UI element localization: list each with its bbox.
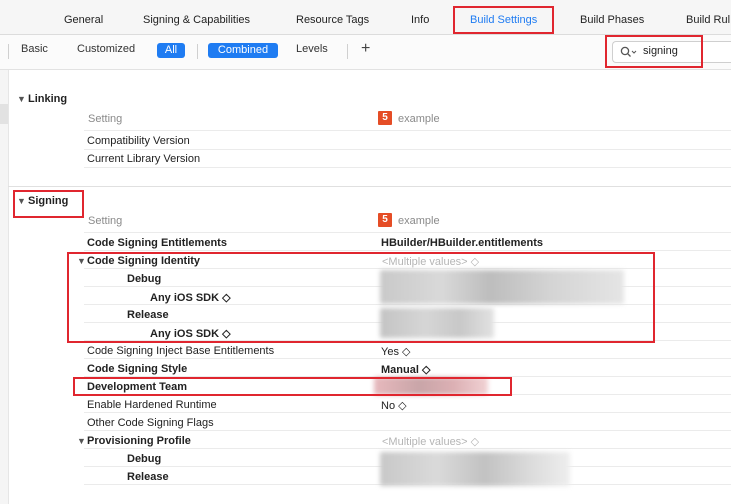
setting-column-header: Setting: [88, 215, 123, 227]
divider: [84, 430, 731, 431]
setting-other-code-signing-flags[interactable]: Other Code Signing Flags: [87, 417, 214, 429]
tab-build-phases[interactable]: Build Phases: [580, 14, 644, 26]
divider: [84, 130, 731, 131]
filter-all[interactable]: All: [157, 43, 185, 58]
divider: [84, 448, 731, 449]
setting-enable-hardened-runtime[interactable]: Enable Hardened Runtime: [87, 399, 217, 411]
disclosure-triangle-icon[interactable]: ▼: [77, 436, 86, 446]
filter-combined[interactable]: Combined: [208, 43, 278, 58]
divider: [84, 232, 731, 233]
setting-current-library-version[interactable]: Current Library Version: [87, 153, 200, 165]
divider: [84, 412, 731, 413]
profile-multiple-values[interactable]: <Multiple values> ◇: [382, 435, 479, 448]
setting-development-team[interactable]: Development Team: [87, 381, 187, 393]
disclosure-triangle-icon[interactable]: ▼: [17, 94, 26, 104]
divider: [84, 268, 731, 269]
profile-release-label[interactable]: Release: [127, 471, 169, 483]
setting-code-signing-style[interactable]: Code Signing Style: [87, 363, 187, 375]
identity-multiple-values[interactable]: <Multiple values> ◇: [382, 255, 479, 268]
section-linking[interactable]: Linking: [28, 93, 67, 105]
editor-tab-bar: General Signing & Capabilities Resource …: [0, 0, 731, 35]
search-field[interactable]: signing: [612, 41, 731, 63]
style-value[interactable]: Manual ◇: [381, 363, 430, 376]
target-column-header: example: [398, 215, 440, 227]
search-input[interactable]: signing: [643, 45, 678, 57]
left-gutter: [0, 70, 9, 504]
tab-general[interactable]: General: [64, 14, 103, 26]
divider: [84, 340, 731, 341]
filter-basic[interactable]: Basic: [21, 43, 48, 55]
identity-debug-label[interactable]: Debug: [127, 273, 161, 285]
profile-debug-label[interactable]: Debug: [127, 453, 161, 465]
redacted-identity-release: [380, 308, 494, 338]
identity-release-label[interactable]: Release: [127, 309, 169, 321]
tab-build-settings[interactable]: Build Settings: [470, 14, 537, 26]
setting-inject-base-entitlements[interactable]: Code Signing Inject Base Entitlements: [87, 345, 274, 357]
entitlements-value[interactable]: HBuilder/HBuilder.entitlements: [381, 237, 543, 249]
tab-signing-capabilities[interactable]: Signing & Capabilities: [143, 14, 250, 26]
tab-build-rules[interactable]: Build Rul: [686, 14, 730, 26]
setting-compatibility-version[interactable]: Compatibility Version: [87, 135, 190, 147]
identity-release-sdk-label[interactable]: Any iOS SDK ◇: [150, 327, 231, 340]
divider: [84, 149, 731, 150]
redacted-team-value: [374, 377, 488, 395]
section-divider: [8, 186, 731, 187]
divider: [84, 358, 731, 359]
setting-code-signing-identity[interactable]: Code Signing Identity: [87, 255, 200, 267]
identity-debug-sdk-label[interactable]: Any iOS SDK ◇: [150, 291, 231, 304]
disclosure-triangle-icon[interactable]: ▼: [17, 196, 26, 206]
filter-levels[interactable]: Levels: [296, 43, 328, 55]
redacted-profile-values: [380, 452, 570, 486]
inject-value[interactable]: Yes ◇: [381, 345, 410, 358]
search-icon: [620, 46, 637, 57]
divider: [84, 394, 731, 395]
disclosure-triangle-icon[interactable]: ▼: [77, 256, 86, 266]
section-signing[interactable]: Signing: [28, 195, 68, 207]
html5-icon: 5: [378, 111, 392, 125]
divider: [84, 167, 731, 168]
divider: [8, 44, 9, 59]
setting-code-signing-entitlements[interactable]: Code Signing Entitlements: [87, 237, 227, 249]
add-setting-button[interactable]: +: [361, 40, 370, 58]
divider: [347, 44, 348, 59]
setting-provisioning-profile[interactable]: Provisioning Profile: [87, 435, 191, 447]
target-column-header: example: [398, 113, 440, 125]
tab-resource-tags[interactable]: Resource Tags: [296, 14, 369, 26]
tab-info[interactable]: Info: [411, 14, 429, 26]
gutter-marker: [0, 104, 8, 124]
filter-customized[interactable]: Customized: [77, 43, 135, 55]
divider: [84, 250, 731, 251]
redacted-identity-debug: [380, 270, 624, 304]
html5-icon: 5: [378, 213, 392, 227]
divider: [197, 44, 198, 59]
setting-column-header: Setting: [88, 113, 123, 125]
hardened-value[interactable]: No ◇: [381, 399, 407, 412]
divider: [84, 304, 731, 305]
